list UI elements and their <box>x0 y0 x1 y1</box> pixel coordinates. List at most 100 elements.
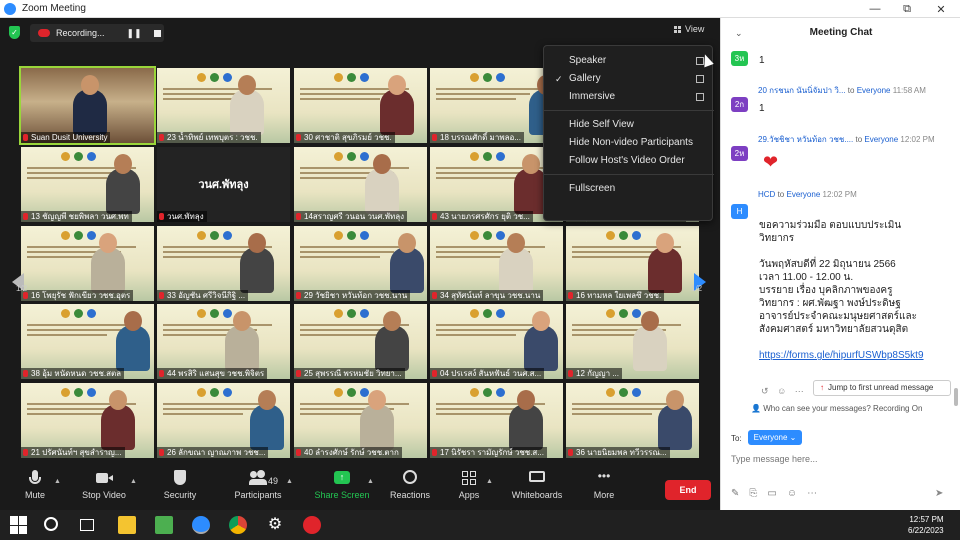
chat-recipient: Everyone <box>864 135 899 144</box>
file-explorer-icon[interactable] <box>118 516 136 534</box>
participant-name: 23 น้ำทิพย์ เทพบุตร : วชช. <box>167 133 258 142</box>
stop-recording-icon[interactable] <box>153 29 161 37</box>
chat-sender[interactable]: 29.วัชชิชา หวันท้อก วชช.... <box>758 135 853 144</box>
jump-to-unread-button[interactable]: ↑ Jump to first unread message <box>813 380 951 396</box>
store-icon[interactable] <box>155 516 173 534</box>
format-icon[interactable]: ✎ <box>731 488 739 502</box>
settings-gear-icon[interactable]: ⚙ <box>266 516 284 534</box>
participant-tile[interactable]: 23 น้ำทิพย์ เทพบุตร : วชช. <box>157 68 290 143</box>
more-button[interactable]: ••• More <box>590 470 618 500</box>
audio-options-caret-icon[interactable]: ▲ <box>54 478 61 485</box>
participant-video-figure <box>106 154 140 214</box>
menu-item-immersive[interactable]: Immersive <box>544 88 714 106</box>
chat-time: 11:58 AM <box>892 86 926 95</box>
participant-tile[interactable]: 36 นายนิยมพล ทวีวรรณ... <box>566 383 699 458</box>
participant-tile[interactable]: 29 วัชยิชา หวันท้อก วชช.นาน <box>294 226 427 301</box>
participant-tile[interactable]: 30 ศาชาติ สุขภิรมย์ วชช. <box>294 68 427 143</box>
participant-tile[interactable]: 38 อุ้ม หนัดหนด วชช.สตล <box>21 304 154 379</box>
windows-start-icon[interactable] <box>10 516 28 534</box>
chrome-icon[interactable] <box>229 516 247 534</box>
participant-tile[interactable]: 13 ชัญญพี ชยพิพลา วนศ.พท <box>21 147 154 222</box>
more-options-icon[interactable]: ⋯ <box>795 386 804 396</box>
emoji-icon[interactable]: ☺ <box>777 386 786 396</box>
participant-tile[interactable]: 16 ทามหล ใยเพลซึ วชช. <box>566 226 699 301</box>
menu-item-gallery[interactable]: ✓ Gallery <box>544 70 714 88</box>
participant-name-label: 21 ปรัศนันท์ฯ สุขสำราญ... <box>21 447 125 458</box>
slide-logos <box>197 309 232 318</box>
participant-tile[interactable]: 17 นิรัชรา รามัญรักษ์ วชช.ส... <box>430 383 563 458</box>
to-label: To: <box>731 434 742 443</box>
security-button[interactable]: Security <box>160 470 200 500</box>
chat-message-input[interactable] <box>731 450 951 468</box>
chat-sender[interactable]: 20 กรชนก นันนิ่จัมปา วิ... <box>758 86 846 95</box>
participant-tile[interactable]: 04 ปรเรสง์ สันหฟันธ์ วนศ.ส... <box>430 304 563 379</box>
chat-sender[interactable]: HCD <box>758 190 775 199</box>
chevron-down-icon[interactable]: ⌄ <box>735 18 743 48</box>
participant-tile[interactable]: 25 สุพรรณี พรหมชัย วิทยา... <box>294 304 427 379</box>
pause-recording-icon[interactable]: ❚❚ <box>127 28 142 39</box>
share-options-caret-icon[interactable]: ▲ <box>367 478 374 485</box>
page-indicator-right: 1/2 <box>691 284 703 293</box>
chat-message-meta: 29.วัชชิชา หวันท้อก วชช.... to Everyone … <box>758 135 935 144</box>
whiteboard-icon <box>528 470 546 486</box>
participant-tile[interactable]: 40 ลำรงศักษ์ รักษ์ วชช.ตาก <box>294 383 427 458</box>
video-options-caret-icon[interactable]: ▲ <box>130 478 137 485</box>
participant-name: 18 บรรณศักดิ์ มาพลอ... <box>440 133 521 142</box>
participant-tile[interactable]: 21 ปรัศนันท์ฯ สุขสำราญ... <box>21 383 154 458</box>
task-view-icon[interactable] <box>80 519 94 531</box>
mute-button[interactable]: Mute <box>20 470 50 500</box>
participant-tile[interactable]: 33 อัญชัน ศรีวิจนีกิฐิ ... <box>157 226 290 301</box>
slide-text-lines <box>300 167 421 182</box>
minimize-button[interactable]: — <box>858 0 892 18</box>
menu-item-fullscreen[interactable]: Fullscreen <box>544 180 714 198</box>
share-screen-button[interactable]: ↑ Share Screen <box>314 470 370 500</box>
participant-tile[interactable]: 14สราญศรี วนอน วนศ.พัทลุง <box>294 147 427 222</box>
menu-item-hide-non-video[interactable]: Hide Non-video Participants <box>544 134 714 152</box>
end-meeting-button[interactable]: End <box>665 480 711 500</box>
recipient-select[interactable]: Everyone ⌄ <box>748 430 802 445</box>
send-icon[interactable]: ➤ <box>935 488 943 499</box>
system-clock[interactable]: 12:57 PM 6/22/2023 <box>908 514 944 536</box>
menu-item-follow-host-order[interactable]: Follow Host's Video Order <box>544 152 714 170</box>
close-button[interactable]: ✕ <box>924 0 958 18</box>
survey-link[interactable]: https://forms.gle/hipurfUSWbp8S5kt9 <box>759 350 924 361</box>
muted-mic-icon <box>432 292 437 299</box>
participant-tile[interactable]: วนศ.พัทลุง วนศ.พัทลุง <box>157 147 290 222</box>
participants-caret-icon[interactable]: ▲ <box>286 478 293 485</box>
search-icon[interactable] <box>44 517 58 531</box>
muted-mic-icon <box>159 370 164 377</box>
restore-button[interactable]: ⧉ <box>890 0 924 18</box>
apps-button[interactable]: Apps <box>454 470 484 500</box>
participant-video-figure <box>73 75 107 135</box>
file-icon[interactable]: ▭ <box>767 488 776 502</box>
participant-tile[interactable]: Suan Dusit University <box>19 66 156 145</box>
chat-message-text: ขอความร่วมมือ ตอบแบบประเมิน วิทยากร วันพ… <box>759 220 924 361</box>
chat-scrollbar[interactable] <box>954 388 958 406</box>
participant-tile[interactable]: 34 สุทัศน์นท์ ลาขุน วชช.นาน <box>430 226 563 301</box>
app-icon[interactable] <box>303 516 321 534</box>
zoom-taskbar-icon[interactable] <box>192 516 210 534</box>
participant-name: 04 ปรเรสง์ สันหฟันธ์ วนศ.ส... <box>440 369 542 378</box>
emoji-icon[interactable]: ☺ <box>787 488 797 502</box>
participant-name-label: 04 ปรเรสง์ สันหฟันธ์ วนศ.ส... <box>430 368 545 379</box>
menu-item-speaker[interactable]: Speaker <box>544 52 714 70</box>
view-button[interactable]: View <box>674 24 704 34</box>
who-can-see-notice[interactable]: 👤 Who can see your messages? Recording O… <box>751 404 922 413</box>
participant-video-figure <box>648 233 682 293</box>
participant-tile[interactable]: 16 โพยุรัช ฟักเขียว วชช.อุตร <box>21 226 154 301</box>
participant-tile[interactable]: 12 กัญญา ... <box>566 304 699 379</box>
reply-icon[interactable]: ↺ <box>761 386 769 396</box>
whiteboards-button[interactable]: Whiteboards <box>510 470 564 500</box>
participant-tile[interactable]: 26 ลักขณา ญาณภาพ วชช... <box>157 383 290 458</box>
participant-name-label: 30 ศาชาติ สุขภิรมย์ วชช. <box>294 132 395 143</box>
participant-head <box>114 154 132 174</box>
more-options-icon[interactable]: ⋯ <box>807 488 817 502</box>
stop-video-button[interactable]: Stop Video <box>80 470 128 500</box>
encryption-shield-icon[interactable]: ✓ <box>9 26 20 39</box>
slide-text-lines <box>27 246 148 261</box>
reactions-button[interactable]: Reactions <box>388 470 432 500</box>
menu-item-hide-self-view[interactable]: Hide Self View <box>544 116 714 134</box>
participant-tile[interactable]: 44 พรสิริ แสนสุข วชช.พิจิตร <box>157 304 290 379</box>
apps-caret-icon[interactable]: ▲ <box>486 478 493 485</box>
screenshot-icon[interactable]: ⎘ <box>749 488 757 502</box>
